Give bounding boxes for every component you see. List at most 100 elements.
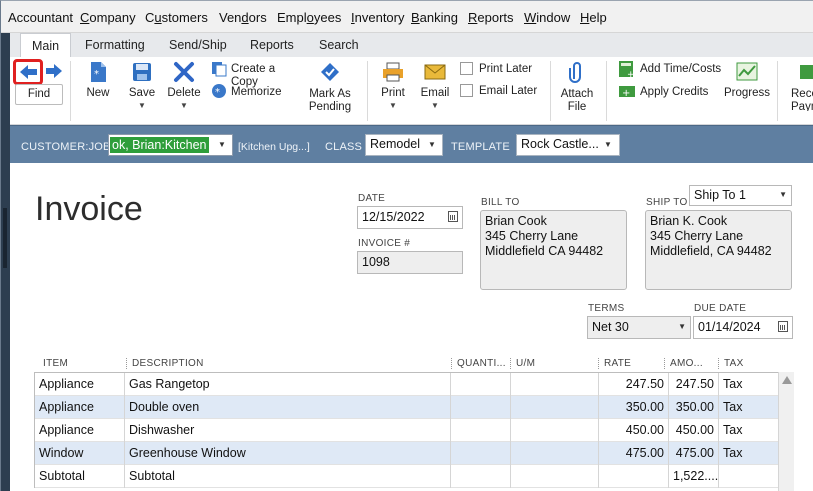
email-later-checkbox[interactable]: Email Later	[460, 83, 545, 99]
tab-formatting[interactable]: Formatting	[85, 38, 145, 52]
cell-tax[interactable]: Tax	[719, 396, 779, 419]
cell-amount[interactable]: 247.50	[669, 373, 719, 396]
bill-to-line-2: 345 Cherry Lane	[485, 229, 579, 243]
cell-description[interactable]: Double oven	[125, 396, 451, 419]
date-field[interactable]: 12/15/2022	[357, 206, 463, 229]
cell-quantity[interactable]	[451, 419, 511, 442]
cell-quantity[interactable]	[451, 373, 511, 396]
table-scrollbar[interactable]	[778, 372, 794, 491]
menu-reports[interactable]: Reports	[468, 10, 514, 25]
calendar-icon[interactable]	[448, 211, 458, 222]
menu-inventory[interactable]: Inventory	[351, 10, 405, 25]
customer-job-dropdown-icon[interactable]: ▼	[213, 134, 231, 156]
cell-quantity[interactable]	[451, 465, 511, 488]
add-time-costs-button[interactable]: + Add Time/Costs	[618, 61, 723, 79]
email-button[interactable]: Email ▼	[418, 61, 452, 110]
cell-item[interactable]: Appliance	[35, 373, 125, 396]
cell-rate[interactable]: 350.00	[599, 396, 669, 419]
menu-employees[interactable]: Employees	[277, 10, 341, 25]
print-later-checkbox[interactable]: Print Later	[460, 61, 540, 77]
delete-button[interactable]: Delete ▼	[166, 61, 202, 110]
scroll-up-icon[interactable]	[782, 376, 792, 384]
col-rate[interactable]: RATE	[598, 358, 631, 369]
cell-um[interactable]	[511, 373, 599, 396]
bill-to-address[interactable]: Brian Cook 345 Cherry Lane Middlefield C…	[480, 210, 627, 290]
progress-button[interactable]: Progress	[722, 61, 772, 103]
cell-um[interactable]	[511, 419, 599, 442]
menu-banking[interactable]: Banking	[411, 10, 458, 25]
cell-item[interactable]: Appliance	[35, 396, 125, 419]
terms-select[interactable]: Net 30 ▼	[587, 316, 691, 339]
template-dropdown-icon[interactable]: ▼	[599, 134, 617, 156]
col-um[interactable]: U/M	[510, 358, 535, 369]
create-copy-button[interactable]: Create a Copy	[210, 61, 305, 88]
cell-um[interactable]	[511, 396, 599, 419]
class-dropdown-icon[interactable]: ▼	[423, 134, 441, 156]
cell-rate[interactable]	[599, 465, 669, 488]
cell-item[interactable]: Window	[35, 442, 125, 465]
cell-tax[interactable]: Tax	[719, 442, 779, 465]
ship-to-address[interactable]: Brian K. Cook 345 Cherry Lane Middlefiel…	[645, 210, 792, 290]
cell-amount[interactable]: 450.00	[669, 419, 719, 442]
cell-rate[interactable]: 475.00	[599, 442, 669, 465]
ship-to-select[interactable]: Ship To 1 ▼	[689, 185, 792, 206]
new-button[interactable]: * New	[84, 61, 112, 103]
col-description[interactable]: DESCRIPTION	[126, 358, 204, 369]
cell-rate[interactable]: 450.00	[599, 419, 669, 442]
invoice-number-field[interactable]: 1098	[357, 251, 463, 274]
menu-customers[interactable]: Customers	[145, 10, 208, 25]
terms-dropdown-icon[interactable]: ▼	[678, 322, 686, 331]
cell-description[interactable]: Gas Rangetop	[125, 373, 451, 396]
attach-file-button[interactable]: Attach File	[557, 61, 597, 113]
print-button[interactable]: Print ▼	[378, 61, 408, 110]
col-quantity[interactable]: QUANTI...	[451, 358, 506, 369]
cell-um[interactable]	[511, 465, 599, 488]
cell-description[interactable]: Greenhouse Window	[125, 442, 451, 465]
arrow-right-icon[interactable]	[44, 62, 64, 80]
receive-payments-button[interactable]: Rece Paym	[785, 61, 813, 111]
tab-send-ship[interactable]: Send/Ship	[169, 38, 227, 52]
menu-vendors[interactable]: Vendors	[219, 10, 267, 25]
cell-um[interactable]	[511, 442, 599, 465]
apply-credits-button[interactable]: + Apply Credits	[618, 83, 718, 101]
template-label: TEMPLATE	[451, 141, 510, 153]
table-row[interactable]: Appliance Dishwasher 450.00 450.00 Tax	[35, 419, 778, 442]
cell-description[interactable]: Subtotal	[125, 465, 451, 488]
menu-window[interactable]: Window	[524, 10, 570, 25]
save-button[interactable]: Save ▼	[126, 61, 158, 110]
due-date-calendar-icon[interactable]	[778, 321, 788, 332]
email-later-box[interactable]	[460, 84, 473, 97]
cell-tax[interactable]: Tax	[719, 419, 779, 442]
cell-rate[interactable]: 247.50	[599, 373, 669, 396]
cell-description[interactable]: Dishwasher	[125, 419, 451, 442]
cell-item[interactable]: Appliance	[35, 419, 125, 442]
cell-item[interactable]: Subtotal	[35, 465, 125, 488]
cell-quantity[interactable]	[451, 396, 511, 419]
tab-reports[interactable]: Reports	[250, 38, 294, 52]
cell-tax[interactable]: Tax	[719, 373, 779, 396]
tab-search[interactable]: Search	[319, 38, 359, 52]
col-tax[interactable]: TAX	[718, 358, 744, 369]
mark-as-pending-button[interactable]: Mark As Pending	[305, 61, 355, 113]
menu-company[interactable]: Company	[80, 10, 136, 25]
col-item[interactable]: ITEM	[43, 358, 68, 369]
cell-tax[interactable]	[719, 465, 779, 488]
menu-accountant[interactable]: Accountant	[8, 10, 73, 25]
menu-help[interactable]: Help	[580, 10, 607, 25]
cell-amount[interactable]: 350.00	[669, 396, 719, 419]
table-row[interactable]: Appliance Double oven 350.00 350.00 Tax	[35, 396, 778, 419]
cell-quantity[interactable]	[451, 442, 511, 465]
table-row[interactable]: Window Greenhouse Window 475.00 475.00 T…	[35, 442, 778, 465]
due-date-field[interactable]: 01/14/2024	[693, 316, 793, 339]
col-amount[interactable]: AMO...	[664, 358, 703, 369]
cell-amount[interactable]: 1,522....	[669, 465, 719, 488]
table-row[interactable]: Appliance Gas Rangetop 247.50 247.50 Tax	[35, 373, 778, 396]
cell-amount[interactable]: 475.00	[669, 442, 719, 465]
tab-main[interactable]: Main	[20, 33, 72, 58]
print-later-box[interactable]	[460, 62, 473, 75]
find-button[interactable]: Find	[15, 84, 63, 105]
table-row[interactable]: Subtotal Subtotal 1,522....	[35, 465, 778, 488]
ship-to-dropdown-icon[interactable]: ▼	[779, 190, 787, 199]
memorize-button[interactable]: * Memorize	[210, 83, 290, 101]
prev-button[interactable]	[13, 59, 43, 85]
